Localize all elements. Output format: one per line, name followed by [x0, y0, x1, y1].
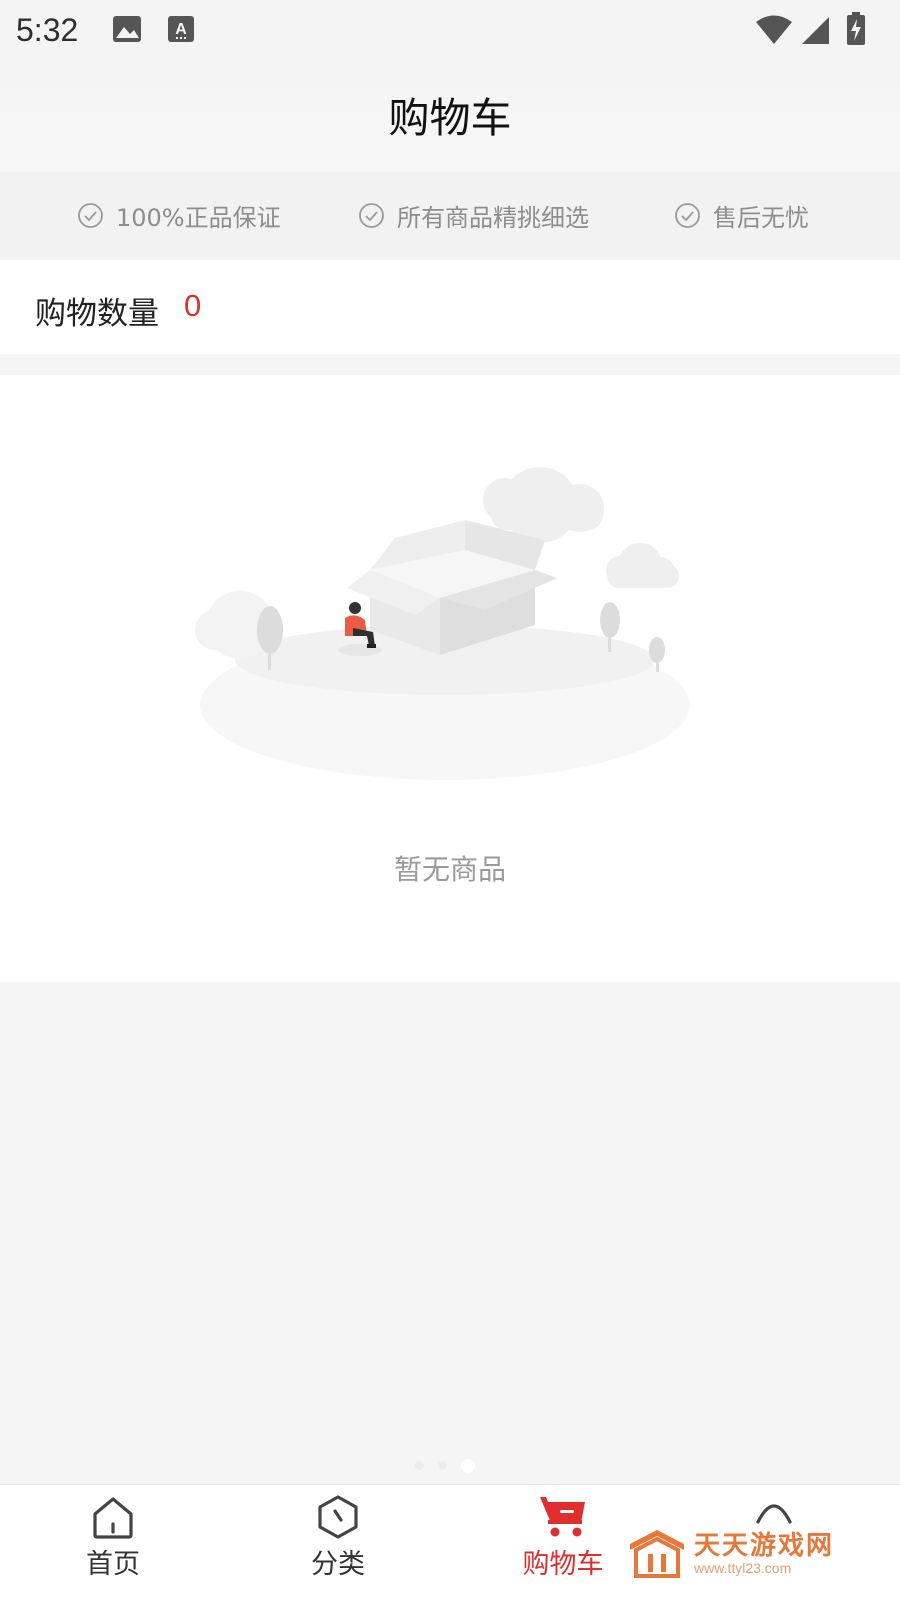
- empty-box-illustration: [195, 460, 705, 804]
- check-circle-icon: [78, 203, 103, 228]
- nav-cart-label: 购物车: [522, 1549, 604, 1580]
- page-indicator: [415, 1459, 475, 1473]
- wifi-icon: [755, 15, 793, 49]
- watermark-url: www.ttyl23.com: [694, 1560, 792, 1576]
- nav-category-label: 分类: [311, 1549, 365, 1580]
- page-dot: [415, 1461, 424, 1470]
- signal-icon: [800, 15, 830, 49]
- profile-icon: [756, 1504, 792, 1524]
- nav-home-label: 首页: [86, 1549, 140, 1580]
- category-icon: [318, 1495, 358, 1539]
- guarantee-label: 100%正品保证: [116, 204, 281, 232]
- nav-home[interactable]: 首页: [43, 1494, 183, 1581]
- cart-quantity-label: 购物数量: [35, 296, 159, 332]
- nav-cart[interactable]: 购物车: [493, 1494, 633, 1581]
- nav-profile[interactable]: [752, 1496, 796, 1530]
- svg-text:A: A: [175, 21, 187, 38]
- page-title: 购物车: [388, 94, 512, 142]
- page-dot-active: [461, 1459, 475, 1473]
- watermark: 天天游戏网 www.ttyl23.com: [628, 1528, 834, 1580]
- empty-state-message: 暂无商品: [393, 853, 506, 886]
- check-circle-icon: [675, 203, 700, 228]
- guarantee-label: 售后无忧: [713, 204, 809, 232]
- check-circle-icon: [359, 203, 384, 228]
- image-icon: [112, 15, 142, 47]
- status-time: 5:32: [16, 12, 79, 48]
- page-dot: [438, 1461, 447, 1470]
- watermark-title: 天天游戏网: [694, 1531, 835, 1561]
- watermark-logo-icon: [630, 1530, 684, 1578]
- cart-icon: [540, 1497, 585, 1537]
- nav-category[interactable]: 分类: [268, 1494, 408, 1581]
- guarantee-authentic: 100%正品保证: [77, 198, 281, 233]
- guarantee-selected: 所有商品精挑细选: [358, 198, 589, 233]
- guarantee-after-sales: 售后无忧: [674, 198, 809, 233]
- battery-charging-icon: [846, 12, 866, 50]
- a-notification-icon: A: [167, 15, 195, 47]
- cart-quantity-value: 0: [184, 288, 202, 323]
- guarantee-label: 所有商品精挑细选: [397, 204, 589, 232]
- home-icon: [93, 1497, 133, 1539]
